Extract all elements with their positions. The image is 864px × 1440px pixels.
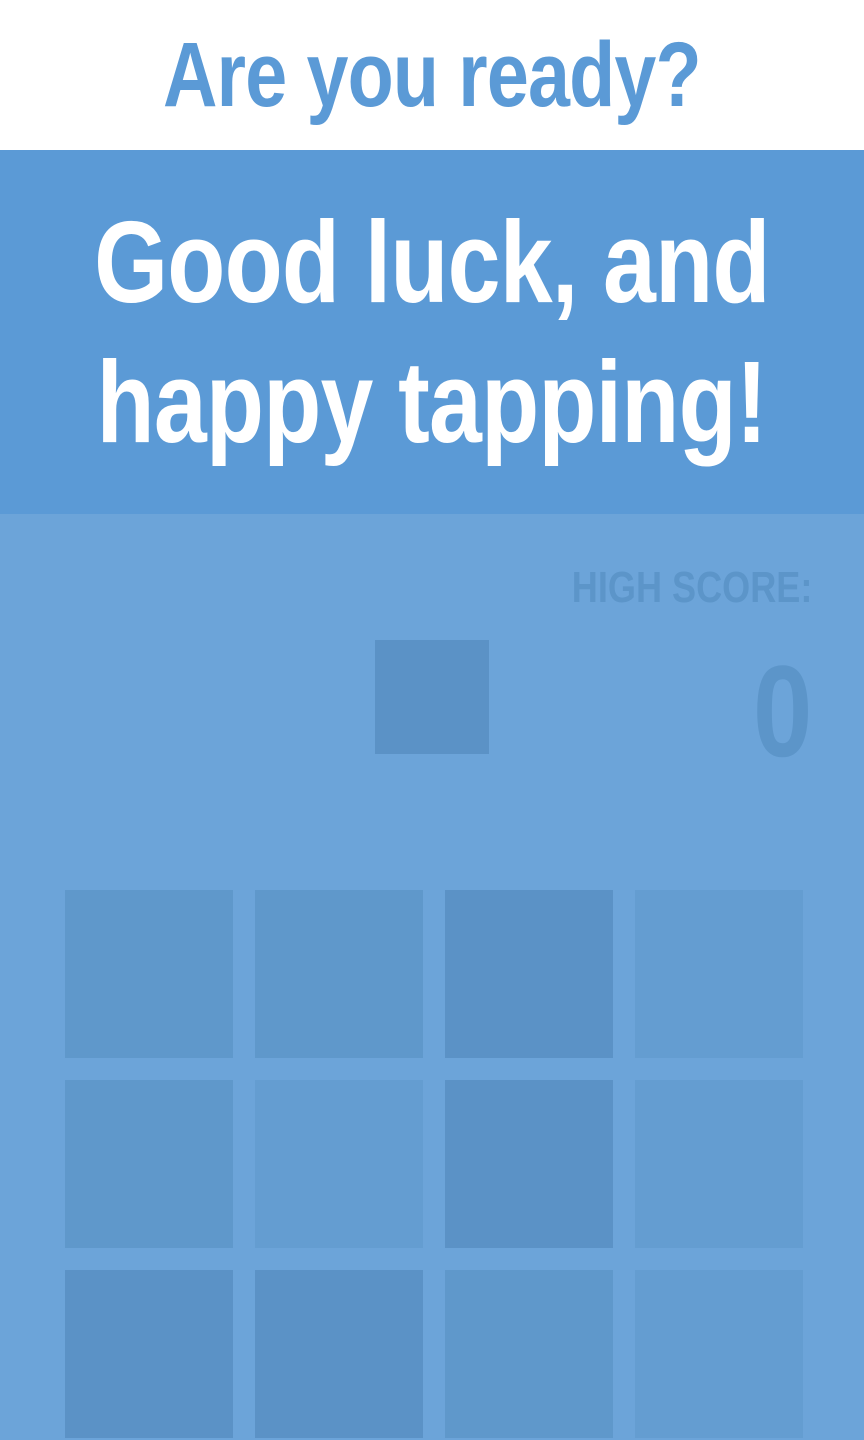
tile-r3-c2[interactable] [255,1270,423,1438]
tile-r1-c1[interactable] [65,890,233,1058]
tile-r1-c3[interactable] [445,890,613,1058]
tile-r3-c1[interactable] [65,1270,233,1438]
tile-r2-c4[interactable] [635,1080,803,1248]
high-score-value: 0 [752,638,812,784]
game-area: HIGH SCORE: 0 [0,514,864,1440]
tile-r1-c4[interactable] [635,890,803,1058]
tile-r3-c4[interactable] [635,1270,803,1438]
tile-r2-c1[interactable] [65,1080,233,1248]
message-line-2: happy tapping! [96,337,768,467]
header-banner: Are you ready? [0,0,864,150]
message-banner: Good luck, and happy tapping! [0,150,864,514]
indicator-tile [375,640,489,754]
tile-grid [65,890,803,1438]
high-score-label: HIGH SCORE: [571,563,812,612]
tile-r2-c3[interactable] [445,1080,613,1248]
tile-r2-c2[interactable] [255,1080,423,1248]
tile-r3-c3[interactable] [445,1270,613,1438]
tile-r1-c2[interactable] [255,890,423,1058]
page-title: Are you ready? [163,24,702,126]
message-line-1: Good luck, and [94,197,770,327]
